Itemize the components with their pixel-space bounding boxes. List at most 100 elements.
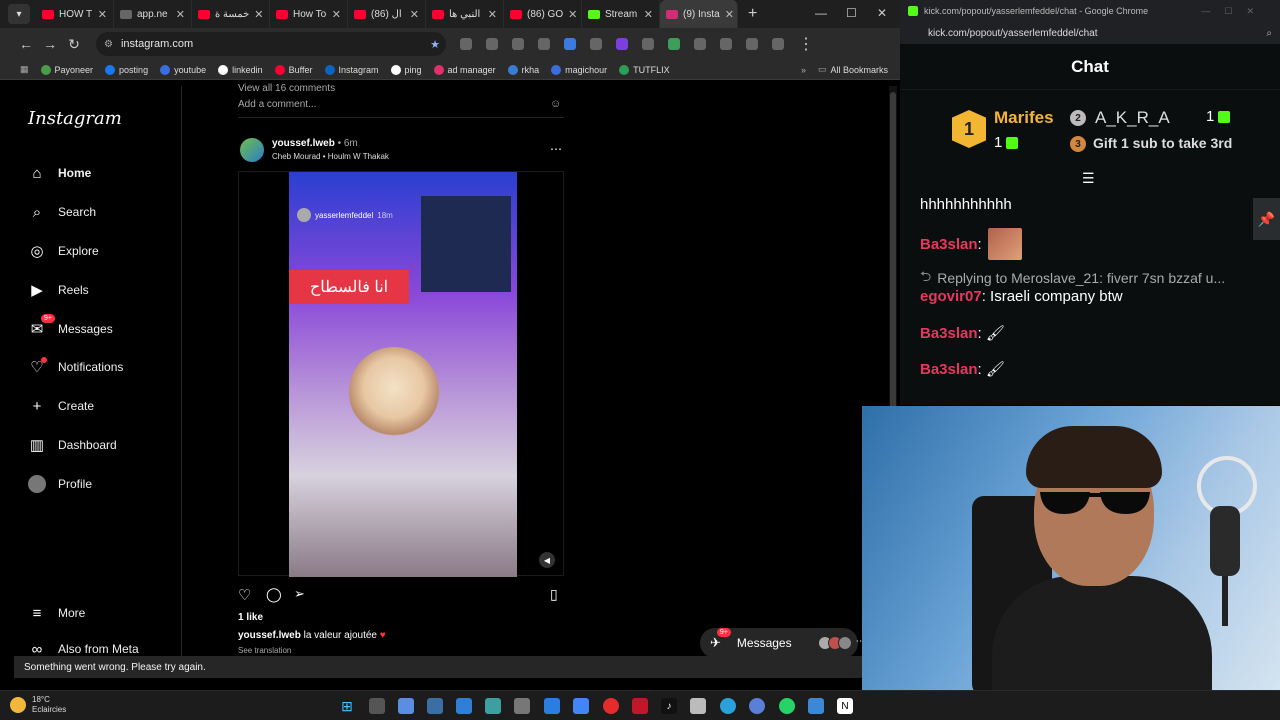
- rank-3-cta[interactable]: Gift 1 sub to take 3rd: [1093, 135, 1232, 151]
- browser-tab[interactable]: How To ✕: [270, 0, 348, 28]
- nav-home[interactable]: ⌂ Home: [28, 164, 91, 182]
- comment-icon[interactable]: ◯: [266, 586, 282, 603]
- bookmark-item[interactable]: Instagram: [324, 64, 379, 75]
- browser-tab[interactable]: (86) GO ✕: [504, 0, 582, 28]
- bookmark-item[interactable]: Payoneer: [40, 64, 93, 75]
- chat-username[interactable]: Ba3slan: [920, 236, 978, 253]
- url-field[interactable]: ⚙ instagram.com ★: [96, 32, 446, 56]
- bookmark-item[interactable]: ping: [390, 64, 422, 75]
- nav-create[interactable]: + Create: [28, 397, 94, 415]
- bookmark-item[interactable]: TUTFLIX: [619, 64, 670, 75]
- all-bookmarks-link[interactable]: ▭ All Bookmarks: [818, 64, 888, 75]
- close-tab-icon[interactable]: ✕: [488, 8, 497, 21]
- weather-widget[interactable]: 18°C Eclaircies: [10, 695, 66, 715]
- nav-messages[interactable]: ✉ 9+ Messages: [28, 314, 113, 338]
- extension-icon[interactable]: [746, 38, 758, 50]
- chat-username[interactable]: Ba3slan: [920, 325, 978, 342]
- telegram-icon[interactable]: [720, 698, 736, 714]
- bookmark-item[interactable]: linkedin: [218, 64, 263, 75]
- emoji-icon[interactable]: ☺: [550, 98, 561, 110]
- close-tab-icon[interactable]: ✕: [725, 8, 734, 21]
- app-icon[interactable]: [514, 698, 530, 714]
- extension-icon[interactable]: [668, 38, 680, 50]
- chat-url[interactable]: kick.com/popout/yasserlemfeddel/chat: [928, 28, 1098, 39]
- chat-username[interactable]: egovir07: [920, 288, 982, 305]
- nav-dashboard[interactable]: ▥ Dashboard: [28, 436, 117, 454]
- notion-icon[interactable]: N: [837, 698, 853, 714]
- back-button[interactable]: ←: [14, 36, 38, 52]
- browser-tab[interactable]: app.ne ✕: [114, 0, 192, 28]
- share-icon[interactable]: ➢: [294, 586, 305, 602]
- close-tab-icon[interactable]: ✕: [332, 8, 341, 21]
- like-count[interactable]: 1 like: [238, 612, 263, 623]
- reload-button[interactable]: ↻: [62, 36, 86, 53]
- minimize-button[interactable]: —: [815, 6, 827, 20]
- opera-icon[interactable]: [603, 698, 619, 714]
- profile-icon[interactable]: [772, 38, 784, 50]
- close-window-button[interactable]: ✕: [877, 6, 887, 20]
- bookmark-item[interactable]: rkha: [507, 64, 539, 75]
- copilot-icon[interactable]: [398, 698, 414, 714]
- bookmark-item[interactable]: magichour: [551, 64, 607, 75]
- like-icon[interactable]: ♡: [238, 586, 251, 604]
- speaker-icon[interactable]: ◀: [539, 552, 555, 568]
- close-tab-icon[interactable]: ✕: [410, 8, 419, 21]
- browser-tab[interactable]: (86) ال ✕: [348, 0, 426, 28]
- site-info-icon[interactable]: ⚙: [104, 39, 113, 50]
- rank-2-name[interactable]: A_K_R_A: [1095, 108, 1170, 128]
- forward-button[interactable]: →: [38, 36, 62, 52]
- save-icon[interactable]: ▯: [550, 586, 558, 603]
- nav-also-from-meta[interactable]: ∞ Also from Meta: [28, 642, 139, 656]
- post-audio[interactable]: Cheb Mourad • Houlm W Thakak: [272, 152, 389, 161]
- rank-1-name[interactable]: Marifes: [994, 108, 1054, 128]
- app-icon[interactable]: [690, 698, 706, 714]
- chrome-icon[interactable]: [573, 698, 589, 714]
- extension-icon[interactable]: [564, 38, 576, 50]
- extension-icon[interactable]: [616, 38, 628, 50]
- pin-icon[interactable]: 📌: [1253, 198, 1280, 240]
- post-avatar[interactable]: [240, 138, 264, 162]
- post-options-icon[interactable]: ⋯: [550, 142, 562, 156]
- bookmark-star-icon[interactable]: ★: [430, 38, 440, 51]
- search-icon[interactable]: ⌕: [1266, 28, 1272, 39]
- browser-tab[interactable]: خمسة ة ✕: [192, 0, 270, 28]
- windows-start-icon[interactable]: ⊞: [339, 698, 355, 714]
- nav-more[interactable]: ≡ More: [28, 604, 86, 622]
- view-comments-link[interactable]: View all 16 comments: [238, 83, 335, 94]
- browser-tab[interactable]: النبي ها ✕: [426, 0, 504, 28]
- post-media[interactable]: yasserlemfeddel 18m انا فالسطاح ◀: [238, 171, 564, 577]
- extensions-puzzle-icon[interactable]: [720, 38, 732, 50]
- nav-profile[interactable]: ● Profile: [28, 475, 92, 493]
- close-tab-icon[interactable]: ✕: [568, 8, 577, 21]
- see-translation-link[interactable]: See translation: [238, 646, 291, 656]
- caption-username[interactable]: youssef.lweb: [238, 630, 301, 641]
- extension-icon[interactable]: [694, 38, 706, 50]
- maximize-button[interactable]: ☐: [846, 6, 857, 20]
- extension-icon[interactable]: [512, 38, 524, 50]
- app-icon[interactable]: [544, 698, 560, 714]
- extension-icon[interactable]: [486, 38, 498, 50]
- chat-username[interactable]: Ba3slan: [920, 361, 978, 378]
- bookmark-item[interactable]: ad manager: [433, 64, 496, 75]
- app-icon[interactable]: [456, 698, 472, 714]
- close-tab-icon[interactable]: ✕: [176, 8, 185, 21]
- window-controls[interactable]: —☐✕: [1201, 6, 1268, 17]
- nav-notifications[interactable]: ♡ Notifications: [28, 357, 123, 376]
- new-tab-button[interactable]: +: [748, 5, 757, 23]
- browser-tab[interactable]: HOW T ✕: [36, 0, 114, 28]
- extension-icon[interactable]: [590, 38, 602, 50]
- app-icon[interactable]: [632, 698, 648, 714]
- extension-icon[interactable]: [642, 38, 654, 50]
- collapse-leaderboard-icon[interactable]: ☰: [1082, 170, 1095, 187]
- nav-explore[interactable]: ◎ Explore: [28, 242, 98, 260]
- bookmarks-overflow-icon[interactable]: »: [801, 65, 806, 75]
- app-icon[interactable]: [808, 698, 824, 714]
- add-comment-input[interactable]: Add a comment...: [238, 99, 316, 110]
- instagram-logo[interactable]: Instagram: [28, 108, 122, 129]
- apps-icon[interactable]: ▦: [20, 64, 29, 75]
- nav-search[interactable]: ⌕ Search: [28, 203, 96, 221]
- extension-icon[interactable]: [538, 38, 550, 50]
- extension-icon[interactable]: [460, 38, 472, 50]
- bookmark-item[interactable]: Buffer: [274, 64, 313, 75]
- app-icon[interactable]: [485, 698, 501, 714]
